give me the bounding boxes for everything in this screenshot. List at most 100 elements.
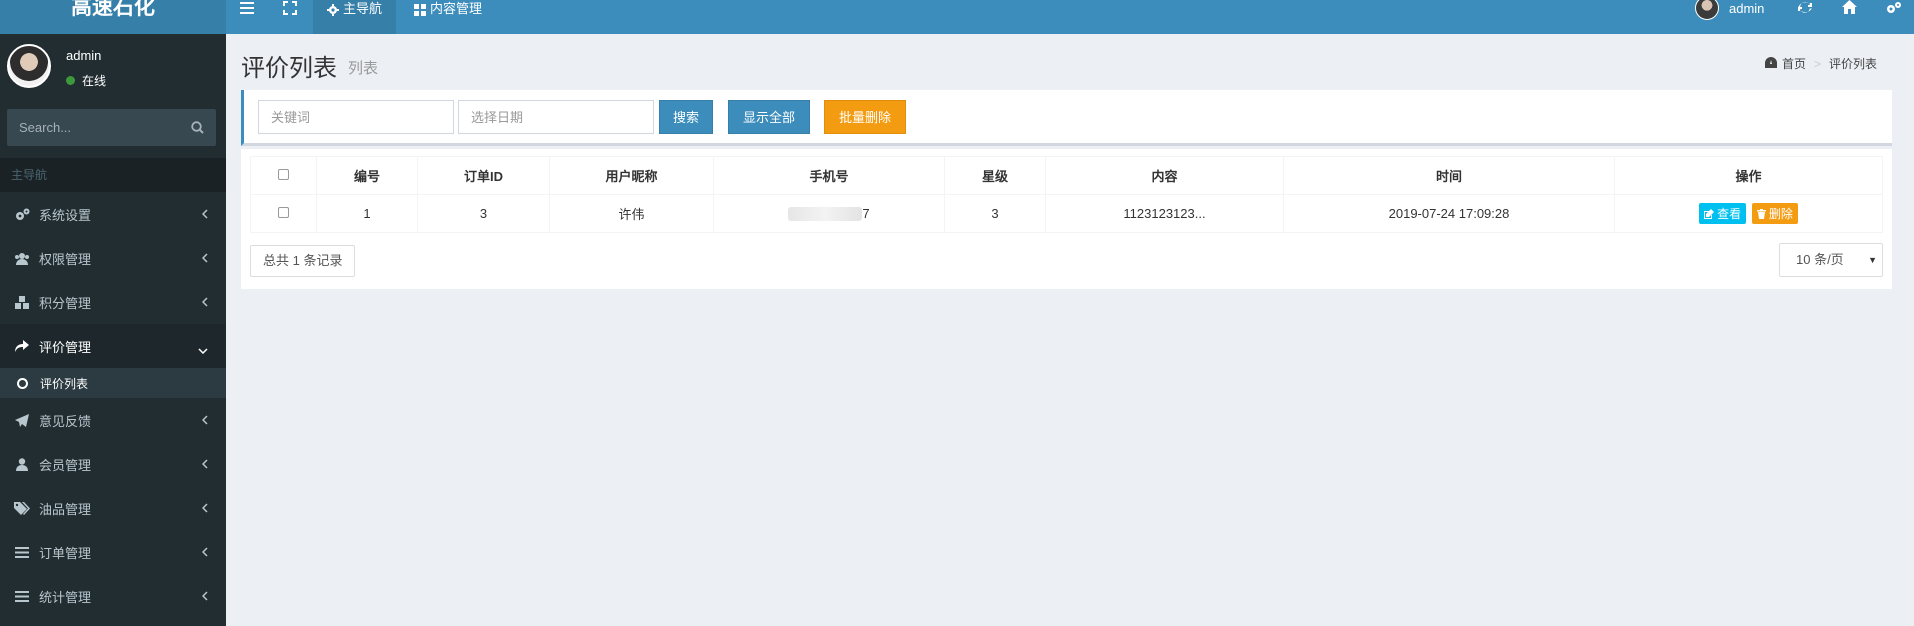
- sidebar-subitem-review-list[interactable]: 评价列表: [0, 368, 226, 398]
- tab-label: 内容管理: [430, 1, 483, 16]
- search-button[interactable]: 搜索: [659, 100, 713, 134]
- app-logo[interactable]: 高速石化: [0, 0, 226, 34]
- tags-icon: [14, 501, 30, 515]
- trash-icon: [1756, 208, 1766, 219]
- sidebar-item-oil-products[interactable]: 油品管理: [0, 486, 226, 530]
- sidebar-item-reviews[interactable]: 评价管理: [0, 324, 226, 368]
- sidebar-item-label: 意见反馈: [39, 413, 92, 429]
- cell-actions: 查看 删除: [1614, 194, 1883, 233]
- date-picker-input[interactable]: [458, 100, 654, 134]
- tab-content-management[interactable]: 内容管理: [400, 0, 496, 34]
- column-header: 用户昵称: [549, 156, 714, 195]
- breadcrumb-separator: >: [1813, 56, 1821, 71]
- sidebar-item-label: 统计管理: [39, 589, 92, 605]
- column-header: 星级: [944, 156, 1046, 195]
- column-header: 手机号: [713, 156, 945, 195]
- refresh-icon[interactable]: [1798, 1, 1812, 35]
- user-name: admin: [1729, 1, 1765, 16]
- page-title: 评价列表: [241, 55, 337, 82]
- share-icon: [14, 339, 30, 353]
- chevron-left-icon: [201, 251, 208, 266]
- user-menu[interactable]: admin: [1695, 0, 1764, 34]
- row-select-cell: [250, 194, 317, 233]
- cell-time: 2019-07-24 17:09:28: [1283, 194, 1615, 233]
- chevron-left-icon: [201, 589, 208, 604]
- avatar: [1695, 0, 1719, 20]
- users-icon: [14, 251, 30, 265]
- phone-tail: 7: [862, 205, 870, 221]
- show-all-button[interactable]: 显示全部: [728, 100, 810, 134]
- settings-icon[interactable]: [1886, 1, 1902, 35]
- sidebar-item-label: 会员管理: [39, 457, 92, 473]
- send-icon: [14, 413, 30, 427]
- page-size-value: 10 条/页: [1796, 252, 1844, 267]
- table-row: 1 3 许伟 7 3 1123123123... 2019-07-24 17:0…: [250, 194, 1883, 233]
- cell-phone: 7: [713, 194, 945, 233]
- review-table: 编号 订单ID 用户昵称 手机号 星级 内容 时间 操作 1 3 许伟 7 3 …: [250, 156, 1883, 233]
- sidebar-item-permissions[interactable]: 权限管理: [0, 236, 226, 280]
- review-table-box: 编号 订单ID 用户昵称 手机号 星级 内容 时间 操作 1 3 许伟 7 3 …: [241, 149, 1892, 289]
- sidebar-item-label: 权限管理: [39, 251, 92, 267]
- gear-icon: [327, 3, 339, 21]
- keyword-input[interactable]: [258, 100, 454, 134]
- column-header: 内容: [1045, 156, 1284, 195]
- sidebar-toggle-icon[interactable]: [240, 2, 254, 36]
- status-text: 在线: [82, 74, 107, 88]
- sidebar: admin 在线 主导航 系统设置 权限管理 积分管理 评价: [0, 34, 226, 626]
- column-header: 编号: [316, 156, 418, 195]
- top-navbar: 高速石化 主导航 内容管理 admin: [0, 0, 1914, 34]
- cubes-icon: [14, 295, 30, 309]
- home-icon[interactable]: [1842, 0, 1857, 34]
- column-header: 订单ID: [417, 156, 550, 195]
- filter-toolbar: 搜索 显示全部 批量删除: [241, 90, 1892, 146]
- main-content: 评价列表 列表 首页 > 评价列表 搜索 显示全部 批量删除 编号 订单ID 用…: [226, 34, 1914, 626]
- sidebar-item-system-settings[interactable]: 系统设置: [0, 192, 226, 236]
- fullscreen-icon[interactable]: [283, 1, 297, 35]
- search-icon[interactable]: [191, 121, 204, 137]
- chevron-down-icon: [198, 342, 208, 357]
- chevron-left-icon: [201, 457, 208, 472]
- list-icon: [14, 589, 30, 603]
- chevron-left-icon: [201, 413, 208, 428]
- batch-delete-button[interactable]: 批量删除: [824, 100, 906, 134]
- column-header: 时间: [1283, 156, 1615, 195]
- sidebar-item-statistics[interactable]: 统计管理: [0, 574, 226, 618]
- breadcrumb: 首页 > 评价列表: [1764, 55, 1877, 72]
- tab-label: 主导航: [343, 1, 383, 16]
- page-size-select[interactable]: 10 条/页 ▼: [1779, 243, 1883, 277]
- breadcrumb-current: 评价列表: [1828, 57, 1877, 71]
- sidebar-item-label: 订单管理: [39, 545, 92, 561]
- status-dot-icon: [66, 76, 75, 85]
- select-all-cell: [250, 156, 317, 195]
- view-button-label: 查看: [1717, 207, 1742, 221]
- view-button[interactable]: 查看: [1699, 203, 1747, 224]
- sidebar-subitem-label: 评价列表: [40, 376, 89, 391]
- sidebar-item-label: 评价管理: [39, 339, 92, 355]
- sidebar-item-label: 积分管理: [39, 295, 92, 311]
- edit-icon: [1704, 208, 1715, 219]
- grid-icon: [414, 3, 426, 21]
- nav-header: 主导航: [0, 158, 226, 192]
- chevron-left-icon: [201, 545, 208, 560]
- cell-content: 1123123123...: [1045, 194, 1284, 233]
- sidebar-item-feedback[interactable]: 意见反馈: [0, 398, 226, 442]
- total-records: 总共 1 条记录: [250, 245, 356, 277]
- cell-stars: 3: [944, 194, 1046, 233]
- column-header: 操作: [1614, 156, 1883, 195]
- tab-main-nav[interactable]: 主导航: [313, 0, 397, 34]
- user-panel: admin 在线: [0, 34, 226, 98]
- sidebar-item-orders[interactable]: 订单管理: [0, 530, 226, 574]
- sidebar-user-name: admin: [66, 48, 102, 63]
- delete-button[interactable]: 删除: [1751, 203, 1798, 224]
- sidebar-item-members[interactable]: 会员管理: [0, 442, 226, 486]
- breadcrumb-home[interactable]: 首页: [1782, 55, 1806, 72]
- chevron-left-icon: [201, 295, 208, 310]
- row-checkbox[interactable]: [278, 207, 289, 218]
- avatar: [7, 44, 51, 88]
- dashboard-icon: [1764, 56, 1777, 71]
- sidebar-item-points[interactable]: 积分管理: [0, 280, 226, 324]
- circle-icon: [17, 377, 28, 389]
- select-all-checkbox[interactable]: [278, 169, 289, 180]
- search-input[interactable]: [7, 109, 177, 146]
- online-status: 在线: [66, 72, 106, 89]
